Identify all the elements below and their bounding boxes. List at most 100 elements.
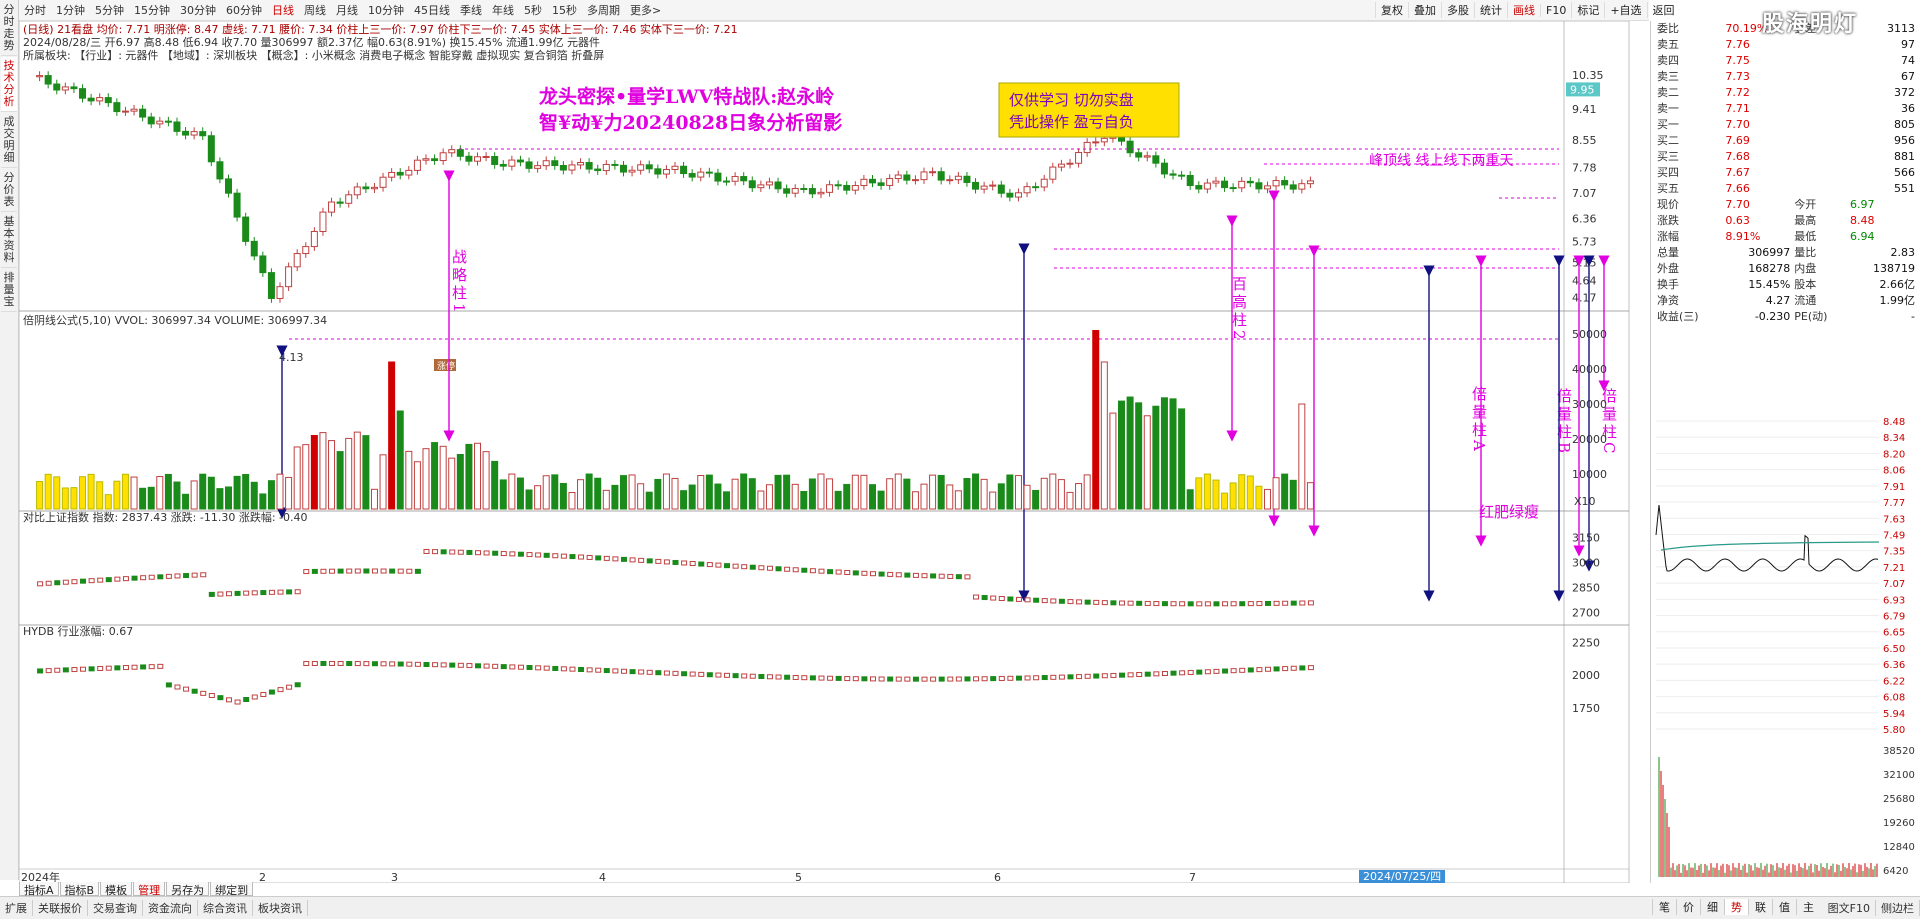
tool-button-2[interactable]: 多股 <box>1441 2 1474 18</box>
candle-body <box>877 182 885 186</box>
candle-body <box>723 180 731 183</box>
industry-candle <box>1067 674 1074 680</box>
right-bottom-tab-3[interactable]: 势 <box>1724 899 1748 915</box>
right-bottom-tab-6[interactable]: 主 <box>1796 899 1820 915</box>
tool-button-5[interactable]: F10 <box>1540 3 1571 17</box>
index-candle <box>801 567 808 573</box>
bid-price: 7.67 <box>1725 166 1750 179</box>
period-8[interactable]: 月线 <box>331 2 363 18</box>
x-axis-label: 6 <box>994 871 1001 883</box>
indicator-tab-3[interactable]: 管理 <box>133 882 166 897</box>
volume-bar <box>1263 488 1271 510</box>
index-candle <box>835 569 842 575</box>
indicator-tab-0[interactable]: 指标A <box>19 882 59 897</box>
right-bottom-tab-1[interactable]: 价 <box>1676 899 1700 915</box>
volume-bar <box>224 486 232 510</box>
period-15[interactable]: 多周期 <box>582 2 625 18</box>
bottom-tab-1[interactable]: 关联报价 <box>33 900 88 916</box>
period-3[interactable]: 15分钟 <box>129 2 175 18</box>
volume-bar <box>456 454 464 510</box>
industry-candle <box>612 668 619 674</box>
tool-button-6[interactable]: 标记 <box>1571 2 1604 18</box>
left-tab-1[interactable]: 技术分析 <box>1 57 17 112</box>
tool-button-0[interactable]: 复权 <box>1375 2 1408 18</box>
bid-label: 买二 <box>1657 134 1679 147</box>
candle-body <box>44 75 52 85</box>
period-0[interactable]: 分时 <box>19 2 51 18</box>
industry-candle <box>1273 666 1280 672</box>
industry-candle <box>990 676 997 682</box>
tool-button-7[interactable]: +自选 <box>1604 2 1646 18</box>
period-12[interactable]: 年线 <box>487 2 519 18</box>
volume-bar <box>1066 491 1074 510</box>
bid-volume: 956 <box>1894 134 1915 147</box>
period-1[interactable]: 1分钟 <box>51 2 90 18</box>
kline-chart[interactable]: (日线) 21看盘 均价: 7.71 明涨停: 8.47 虚线: 7.71 腰价… <box>19 21 1649 883</box>
bottom-tab-5[interactable]: 板块资讯 <box>253 900 308 916</box>
left-tab-4[interactable]: 基本资料 <box>1 213 17 268</box>
left-tab-5[interactable]: 排量宝 <box>1 269 17 312</box>
industry-candle <box>268 689 275 695</box>
index-candle <box>54 580 61 586</box>
candle-body <box>1075 152 1083 164</box>
right-bottom-tab-5[interactable]: 值 <box>1772 899 1796 915</box>
volume-bar <box>1049 473 1057 510</box>
quote-row: 买二 7.69 956 <box>1655 133 1917 149</box>
bid-label: 买三 <box>1657 150 1679 163</box>
candle-body <box>1272 180 1280 187</box>
spacer <box>1792 133 1848 149</box>
industry-candle <box>964 676 971 682</box>
index-candle <box>329 568 336 574</box>
right-bottom-tab-2[interactable]: 细 <box>1700 899 1724 915</box>
index-candle <box>200 572 207 578</box>
period-16[interactable]: 更多> <box>625 2 666 18</box>
stat-label: 净资 <box>1657 294 1679 307</box>
period-5[interactable]: 60分钟 <box>221 2 267 18</box>
bottom-tab-3[interactable]: 资金流向 <box>143 900 198 916</box>
left-tab-2[interactable]: 成交明细 <box>1 113 17 168</box>
indicator-tab-5[interactable]: 绑定到 <box>210 882 254 897</box>
period-6[interactable]: 日线 <box>267 2 299 18</box>
tool-button-3[interactable]: 统计 <box>1474 2 1507 18</box>
volume-bar <box>61 487 69 510</box>
period-10[interactable]: 45日线 <box>409 2 455 18</box>
indicator-tab-1[interactable]: 指标B <box>59 882 100 897</box>
period-7[interactable]: 周线 <box>299 2 331 18</box>
period-2[interactable]: 5分钟 <box>90 2 129 18</box>
bottom-right-tab-0[interactable]: 图文F10 <box>1823 900 1876 916</box>
index-candle <box>526 552 533 558</box>
period-13[interactable]: 5秒 <box>519 2 547 18</box>
period-14[interactable]: 15秒 <box>547 2 582 18</box>
bottom-tab-0[interactable]: 扩展 <box>0 900 33 916</box>
volume-bar <box>1238 474 1246 510</box>
industry-candle <box>973 676 980 682</box>
indicator-tab-2[interactable]: 模板 <box>100 882 133 897</box>
bottom-tab-2[interactable]: 交易查询 <box>88 900 143 916</box>
period-9[interactable]: 10分钟 <box>363 2 409 18</box>
volume-bar <box>1092 330 1100 510</box>
volume-bar <box>182 493 190 510</box>
indicator-tab-4[interactable]: 另存为 <box>166 882 210 897</box>
candle-body <box>997 184 1005 194</box>
candle-body <box>946 179 954 182</box>
bottom-right-tab-1[interactable]: 侧边栏 <box>1876 900 1920 916</box>
industry-candle <box>535 665 542 671</box>
candle-body <box>542 160 550 167</box>
bottom-tab-4[interactable]: 综合资讯 <box>198 900 253 916</box>
right-bottom-tab-4[interactable]: 联 <box>1748 899 1772 915</box>
candle-body <box>130 108 138 112</box>
right-bottom-tab-0[interactable]: 笔 <box>1652 899 1676 915</box>
stat-value: 138719 <box>1873 262 1915 275</box>
index-candle <box>1153 601 1160 607</box>
period-4[interactable]: 30分钟 <box>175 2 221 18</box>
candle-body <box>834 184 842 187</box>
tool-button-4[interactable]: 画线 <box>1507 2 1540 18</box>
tool-button-8[interactable]: 返回 <box>1646 2 1680 18</box>
industry-candle <box>1015 675 1022 681</box>
left-tab-3[interactable]: 分价表 <box>1 169 17 212</box>
candle-body <box>757 184 765 189</box>
left-tab-0[interactable]: 分时走势 <box>1 1 17 56</box>
candle-body <box>207 135 215 163</box>
tool-button-1[interactable]: 叠加 <box>1408 2 1441 18</box>
period-11[interactable]: 季线 <box>455 2 487 18</box>
